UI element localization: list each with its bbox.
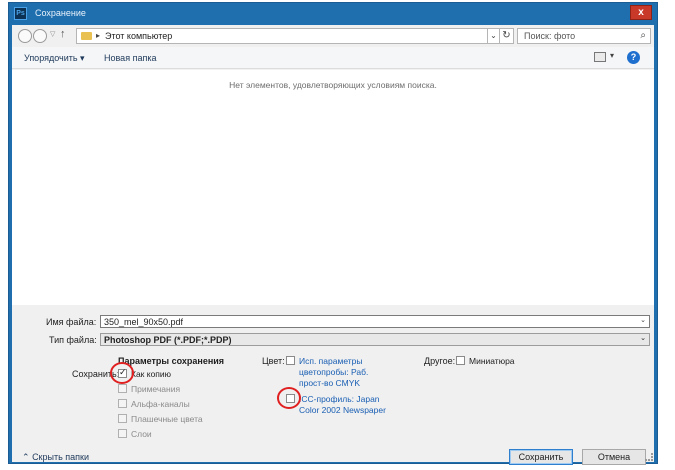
- other-options-label: Другое:: [424, 356, 456, 366]
- layers-checkbox[interactable]: [118, 429, 127, 438]
- address-bar[interactable]: ▸ Этот компьютер: [76, 28, 488, 44]
- search-input[interactable]: Поиск: фото ⌕: [517, 28, 651, 44]
- filename-label: Имя файла:: [46, 317, 97, 327]
- annotations-label: Примечания: [131, 384, 181, 394]
- filename-history-chevron-down-icon[interactable]: ⌄: [640, 316, 646, 324]
- search-placeholder: Поиск: фото: [524, 31, 576, 41]
- filetype-select[interactable]: Photoshop PDF (*.PDF;*.PDP) ⌄: [100, 333, 650, 346]
- annotations-checkbox[interactable]: [118, 384, 127, 393]
- hide-folders-button[interactable]: ⌃ Скрыть папки: [22, 452, 89, 463]
- up-arrow-icon[interactable]: ↑: [60, 28, 66, 40]
- filename-value: 350_mel_90x50.pdf: [104, 317, 184, 327]
- filetype-label: Тип файла:: [49, 335, 97, 345]
- recent-locations-chevron-down-icon[interactable]: ▽: [50, 30, 55, 38]
- thumbnail-label[interactable]: Миниатюра: [469, 356, 515, 366]
- dialog-client-area: ▽ ↑ ▸ Этот компьютер ⌄ ↻ Поиск: фото ⌕ У…: [12, 25, 654, 465]
- title-bar[interactable]: Ps Сохранение x: [9, 3, 657, 25]
- refresh-icon[interactable]: ↻: [500, 28, 514, 44]
- save-options-pane: Имя файла: 350_mel_90x50.pdf ⌄ Тип файла…: [12, 305, 654, 465]
- cancel-button[interactable]: Отмена: [582, 449, 646, 465]
- filetype-chevron-down-icon[interactable]: ⌄: [640, 334, 646, 342]
- highlight-ring-icc-profile: [277, 387, 301, 409]
- alpha-channels-checkbox[interactable]: [118, 399, 127, 408]
- filename-input[interactable]: 350_mel_90x50.pdf ⌄: [100, 315, 650, 328]
- proof-setup-label-line3[interactable]: прост-во CMYK: [299, 378, 360, 388]
- icc-profile-label-line1[interactable]: ICC-профиль: Japan: [299, 394, 380, 404]
- proof-setup-label-line1[interactable]: Исп. параметры: [299, 356, 363, 366]
- save-button[interactable]: Сохранить: [509, 449, 573, 465]
- spot-colors-checkbox[interactable]: [118, 414, 127, 423]
- folder-icon: [81, 32, 92, 40]
- path-separator-chevron-icon[interactable]: ▸: [96, 31, 100, 40]
- hide-folders-label: Скрыть папки: [32, 452, 90, 462]
- organize-menu-button[interactable]: Упорядочить ▾: [24, 53, 85, 64]
- spot-colors-label: Плашечные цвета: [131, 414, 203, 424]
- thumbnail-checkbox[interactable]: [456, 356, 465, 365]
- save-options-title: Параметры сохранения: [118, 356, 225, 366]
- address-dropdown-chevron-down-icon[interactable]: ⌄: [488, 28, 500, 44]
- file-list-area[interactable]: Нет элементов, удовлетворяющих условиям …: [12, 70, 654, 305]
- color-options-label: Цвет:: [262, 356, 285, 366]
- address-row: ▽ ↑ ▸ Этот компьютер ⌄ ↻ Поиск: фото ⌕: [12, 25, 654, 47]
- window-title: Сохранение: [35, 8, 86, 18]
- view-options-chevron-down-icon[interactable]: ▾: [610, 51, 614, 60]
- close-button[interactable]: x: [630, 5, 652, 20]
- as-copy-label[interactable]: Как копию: [131, 369, 171, 379]
- new-folder-button[interactable]: Новая папка: [104, 53, 156, 63]
- address-location[interactable]: Этот компьютер: [105, 31, 172, 41]
- icc-profile-label-line2[interactable]: Color 2002 Newspaper: [299, 405, 386, 415]
- highlight-ring-as-copy: [110, 362, 134, 384]
- chevron-up-icon: ⌃: [22, 452, 30, 462]
- search-icon[interactable]: ⌕: [640, 30, 646, 41]
- view-options-icon[interactable]: [594, 52, 606, 62]
- alpha-channels-label: Альфа-каналы: [131, 399, 190, 409]
- photoshop-app-icon: Ps: [14, 7, 27, 20]
- proof-setup-label-line2[interactable]: цветопробы: Раб.: [299, 367, 368, 377]
- layers-label: Слои: [131, 429, 152, 439]
- filetype-value: Photoshop PDF (*.PDF;*.PDP): [104, 335, 232, 345]
- help-icon[interactable]: ?: [627, 51, 640, 64]
- resize-grip-icon[interactable]: [645, 453, 653, 461]
- empty-list-message: Нет элементов, удовлетворяющих условиям …: [229, 80, 437, 90]
- save-dialog-window: Ps Сохранение x ▽ ↑ ▸ Этот компьютер ⌄ ↻…: [8, 2, 658, 465]
- forward-button[interactable]: [33, 29, 47, 43]
- command-toolbar: Упорядочить ▾ Новая папка ▾ ?: [12, 47, 654, 69]
- back-button[interactable]: [18, 29, 32, 43]
- proof-setup-checkbox[interactable]: [286, 356, 295, 365]
